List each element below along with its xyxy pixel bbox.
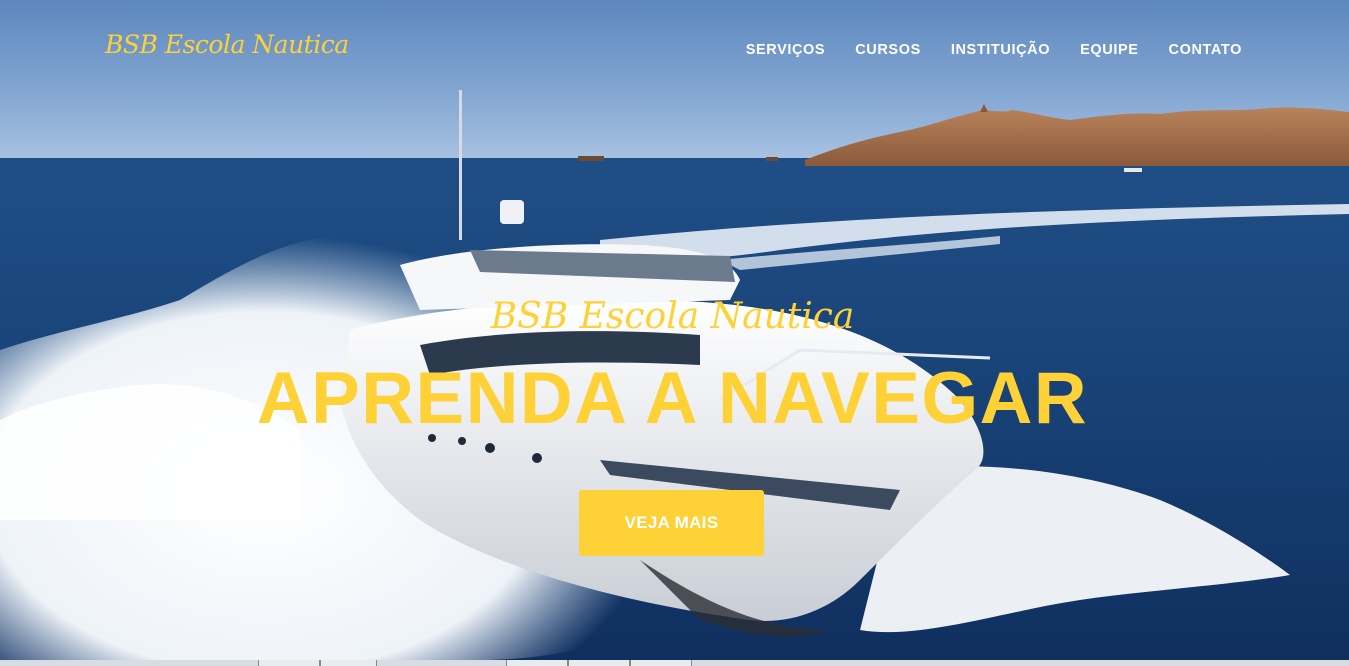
hero-section: BSB Escola Nautica SERVIÇOS CURSOS INSTI… — [0, 0, 1349, 666]
bottom-edge-strip — [0, 660, 1349, 666]
hero-heading: APRENDA A NAVEGAR — [256, 358, 1089, 439]
nav-item-contato: CONTATO — [1169, 41, 1242, 59]
nav-item-equipe: EQUIPE — [1080, 41, 1138, 59]
navbar: BSB Escola Nautica SERVIÇOS CURSOS INSTI… — [0, 0, 1349, 100]
nav-link-equipe[interactable]: EQUIPE — [1080, 42, 1138, 58]
nav-item-instituicao: INSTITUIÇÃO — [951, 41, 1050, 59]
nav-menu: SERVIÇOS CURSOS INSTITUIÇÃO EQUIPE CONTA… — [746, 41, 1242, 59]
nav-link-contato[interactable]: CONTATO — [1169, 42, 1242, 58]
nav-link-instituicao[interactable]: INSTITUIÇÃO — [951, 42, 1050, 58]
brand-logo-link[interactable]: BSB Escola Nautica — [105, 30, 349, 59]
nav-link-servicos[interactable]: SERVIÇOS — [746, 42, 825, 58]
nav-item-servicos: SERVIÇOS — [746, 41, 825, 59]
nav-item-cursos: CURSOS — [855, 41, 921, 59]
hero-lead-in: BSB Escola Nautica — [490, 296, 855, 337]
nav-link-cursos[interactable]: CURSOS — [855, 42, 921, 58]
veja-mais-button[interactable]: VEJA MAIS — [579, 490, 764, 556]
